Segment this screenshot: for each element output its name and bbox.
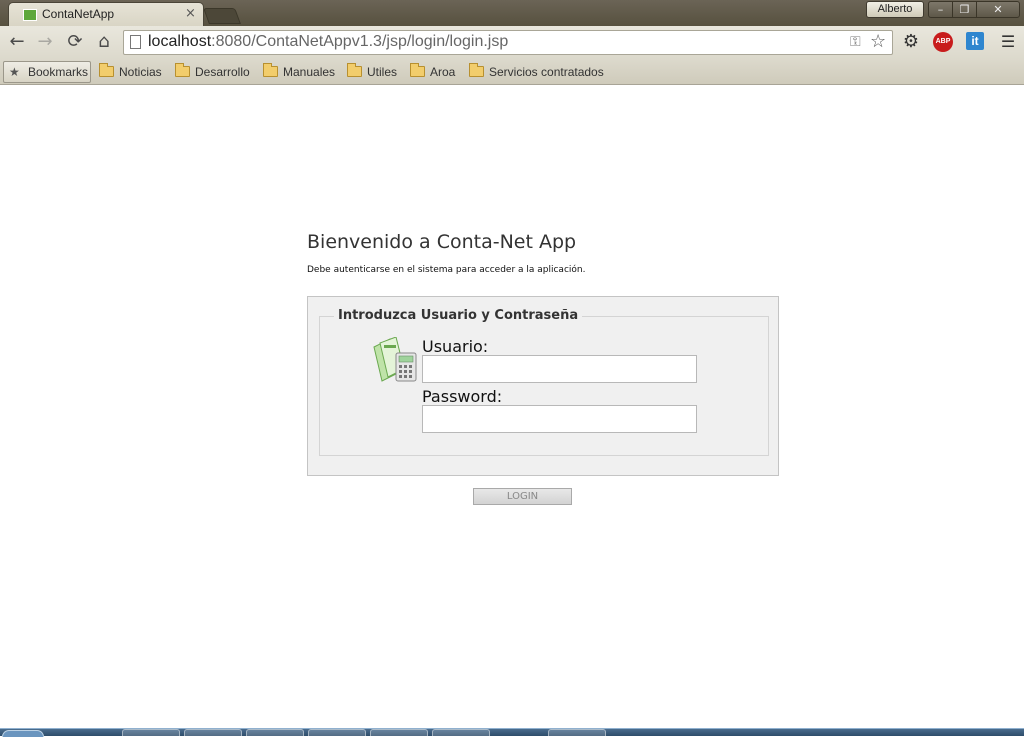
- password-label: Password:: [422, 387, 503, 406]
- username-label: Usuario:: [422, 337, 489, 356]
- extension-it-icon[interactable]: it: [966, 32, 984, 50]
- menu-icon[interactable]: ☰: [998, 32, 1018, 52]
- minimize-button[interactable]: –: [928, 1, 953, 18]
- bookmarks-label: Bookmarks: [28, 65, 89, 79]
- back-arrow-icon[interactable]: ←: [6, 32, 28, 54]
- url-host: localhost: [148, 33, 212, 50]
- folder-icon: [469, 63, 484, 77]
- calculator-icon: [373, 337, 417, 382]
- username-input[interactable]: [422, 355, 697, 383]
- address-bar[interactable]: localhost:8080/ContaNetAppv1.3/jsp/login…: [123, 30, 893, 55]
- bookmark-folder-aroa[interactable]: Aroa: [410, 63, 455, 81]
- folder-icon: [99, 63, 114, 77]
- page-content: Bienvenido a Conta-Net App Debe autentic…: [0, 86, 1024, 728]
- login-panel: Introduzca Usuario y Contraseña Usuario:: [307, 296, 779, 476]
- tab-contanetapp[interactable]: ContaNetApp ×: [8, 2, 204, 26]
- bookmarks-bar: ★ Bookmarks Noticias Desarrollo Manuales…: [0, 59, 1024, 85]
- home-icon[interactable]: ⌂: [93, 32, 115, 54]
- page-subtitle: Debe autenticarse en el sistema para acc…: [307, 265, 586, 275]
- url-text[interactable]: localhost:8080/ContaNetAppv1.3/jsp/login…: [148, 33, 508, 51]
- bookmark-folder-utiles[interactable]: Utiles: [347, 63, 397, 81]
- browser-toolbar: ← → ⟳ ⌂ localhost:8080/ContaNetAppv1.3/j…: [0, 26, 1024, 59]
- settings-gear-icon[interactable]: ⚙: [901, 32, 921, 52]
- page-title: Bienvenido a Conta-Net App: [307, 231, 577, 253]
- new-tab-button[interactable]: [203, 8, 241, 24]
- profile-button[interactable]: Alberto: [866, 1, 924, 18]
- bookmark-folder-servicios[interactable]: Servicios contratados: [469, 63, 604, 81]
- tab-title: ContaNetApp: [42, 7, 115, 21]
- folder-icon: [347, 63, 362, 77]
- adblock-plus-icon[interactable]: ABP: [933, 32, 953, 52]
- page-icon: [130, 35, 141, 49]
- page-favicon-icon: [23, 9, 37, 21]
- bookmark-label: Noticias: [119, 65, 162, 79]
- bookmarks-star-icon: ★: [9, 65, 20, 79]
- bookmark-folder-desarrollo[interactable]: Desarrollo: [175, 63, 250, 81]
- bookmark-label: Servicios contratados: [489, 65, 604, 79]
- folder-icon: [175, 63, 190, 77]
- close-window-button[interactable]: ✕: [976, 1, 1020, 18]
- title-bar: ContaNetApp × Alberto – ❐ ✕: [0, 0, 1024, 26]
- reload-icon[interactable]: ⟳: [64, 32, 86, 54]
- bookmark-folder-manuales[interactable]: Manuales: [263, 63, 335, 81]
- bookmark-folder-noticias[interactable]: Noticias: [99, 63, 162, 81]
- fieldset-legend: Introduzca Usuario y Contraseña: [334, 308, 583, 323]
- bookmark-star-icon[interactable]: ☆: [870, 31, 886, 52]
- key-icon[interactable]: ⚿: [850, 34, 861, 50]
- windows-taskbar: [0, 728, 1024, 737]
- bookmark-label: Manuales: [283, 65, 336, 79]
- url-path: :8080/ContaNetAppv1.3/jsp/login/login.js…: [211, 33, 509, 50]
- folder-icon: [263, 63, 278, 77]
- bookmark-label: Aroa: [430, 65, 456, 79]
- tab-close-icon[interactable]: ×: [185, 6, 196, 21]
- password-input[interactable]: [422, 405, 697, 433]
- bookmarks-button[interactable]: ★ Bookmarks: [3, 61, 91, 83]
- login-button[interactable]: LOGIN: [473, 488, 572, 505]
- forward-arrow-icon[interactable]: →: [34, 32, 56, 54]
- login-fieldset: Introduzca Usuario y Contraseña Usuario:: [319, 308, 769, 456]
- bookmark-label: Desarrollo: [195, 65, 250, 79]
- maximize-button[interactable]: ❐: [952, 1, 977, 18]
- folder-icon: [410, 63, 425, 77]
- bookmark-label: Utiles: [367, 65, 398, 79]
